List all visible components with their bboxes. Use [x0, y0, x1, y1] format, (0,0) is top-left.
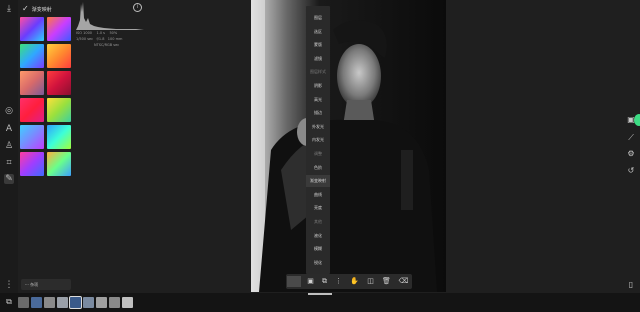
- film-thumb[interactable]: [57, 297, 68, 308]
- shapes-icon[interactable]: ◎: [4, 106, 14, 116]
- gradient-swatch[interactable]: [47, 98, 71, 122]
- wand-icon[interactable]: ⟋: [626, 133, 636, 143]
- menu-item[interactable]: 液化: [306, 230, 330, 242]
- menu-item[interactable]: 亮度: [306, 202, 330, 214]
- menu-item[interactable]: 外发光: [306, 121, 330, 133]
- gradient-swatch[interactable]: [47, 125, 71, 149]
- menu-item[interactable]: 阴影: [306, 80, 330, 92]
- info-icon[interactable]: i: [133, 3, 142, 12]
- panel-header: ✓ 渐变映射: [22, 4, 82, 14]
- menu-item[interactable]: 描边: [306, 107, 330, 119]
- menu-item[interactable]: 锐化: [306, 257, 330, 269]
- menu-item[interactable]: 色阶: [306, 162, 330, 174]
- menu-item[interactable]: 渐变映射: [306, 175, 330, 188]
- adjust-icon[interactable]: ✎: [4, 174, 14, 184]
- gradient-swatch[interactable]: [20, 98, 44, 122]
- film-thumb[interactable]: [18, 297, 29, 308]
- eraser-icon[interactable]: ⌫: [398, 276, 409, 287]
- gradient-swatch[interactable]: [20, 125, 44, 149]
- crop-icon[interactable]: ⌗: [4, 158, 14, 168]
- text-icon[interactable]: A: [4, 124, 14, 134]
- menu-item[interactable]: 蒙版: [306, 39, 330, 51]
- menu-item[interactable]: 滤镜: [306, 53, 330, 65]
- gradient-swatch[interactable]: [20, 71, 44, 95]
- film-thumb[interactable]: [83, 297, 94, 308]
- menu-item[interactable]: 选区: [306, 26, 330, 38]
- menu-item[interactable]: 图层: [306, 12, 330, 24]
- film-thumb[interactable]: [122, 297, 133, 308]
- gallery-icon[interactable]: ⧉: [4, 297, 14, 307]
- more-icon[interactable]: ⋮: [4, 280, 14, 290]
- menu-section-label: 调整: [314, 151, 322, 156]
- menu-item[interactable]: 曲线: [306, 189, 330, 201]
- menu-section-label: 其他: [314, 219, 322, 224]
- film-thumb[interactable]: [44, 297, 55, 308]
- gradient-swatch[interactable]: [20, 152, 44, 176]
- gradient-swatch[interactable]: [47, 17, 71, 41]
- hand-icon[interactable]: ✋: [349, 276, 360, 287]
- download-icon[interactable]: ⤓: [4, 4, 14, 14]
- film-thumb[interactable]: [96, 297, 107, 308]
- histogram-row3: NTSC/RGB sec: [94, 43, 120, 47]
- film-thumb[interactable]: [109, 297, 120, 308]
- bottom-toolbar: ▣ ⧉ ⋮ ✋ ◫ 🗑 ⌫: [286, 274, 412, 289]
- compare-icon[interactable]: ◫: [365, 276, 376, 287]
- thumbnail-preview[interactable]: [287, 276, 301, 287]
- panel-title: 渐变映射: [31, 7, 52, 13]
- gradient-swatch[interactable]: [47, 44, 71, 68]
- misc-chip[interactable]: ··· 杂项: [21, 279, 71, 290]
- check-icon[interactable]: ✓: [22, 4, 29, 13]
- gradient-swatch[interactable]: [47, 71, 71, 95]
- undo-icon[interactable]: ↺: [626, 166, 636, 176]
- delete-icon[interactable]: 🗑: [381, 276, 392, 287]
- camera-icon[interactable]: ▣: [626, 115, 636, 125]
- gradient-swatch[interactable]: [20, 17, 44, 41]
- menu-item[interactable]: 高光: [306, 94, 330, 106]
- histogram-row1: ISO 1000 1.0 s 50%: [76, 31, 118, 35]
- menu-item[interactable]: 模糊: [306, 243, 330, 255]
- settings-icon[interactable]: ⚙: [626, 149, 636, 159]
- gradient-swatch[interactable]: [20, 44, 44, 68]
- copy-icon[interactable]: ⧉: [319, 276, 330, 287]
- menu-section-label: 图层样式: [310, 69, 326, 75]
- film-thumb-active[interactable]: [69, 296, 82, 309]
- book-icon[interactable]: ▯: [626, 280, 636, 290]
- photo-canvas[interactable]: [251, 0, 446, 292]
- film-thumb[interactable]: [31, 297, 42, 308]
- scroll-indicator: [308, 293, 332, 295]
- gradient-swatch[interactable]: [47, 152, 71, 176]
- histogram-row2: 1/500 sec f/1.8 100 mm: [76, 37, 123, 41]
- more-vertical-icon[interactable]: ⋮: [333, 276, 344, 287]
- layer-menu: 图层选区 蒙版滤镜图层样式阴影高光 描边外发光 内发光调整色阶 渐变映射 曲线 亮度其他液化…: [306, 6, 330, 274]
- left-toolbar: ⤓ ◎ A ♙ ⌗ ✎ ⋮: [0, 0, 18, 312]
- stamp-icon[interactable]: ♙: [4, 141, 14, 151]
- menu-item[interactable]: 内发光: [306, 134, 330, 146]
- mask-icon[interactable]: ▣: [305, 276, 316, 287]
